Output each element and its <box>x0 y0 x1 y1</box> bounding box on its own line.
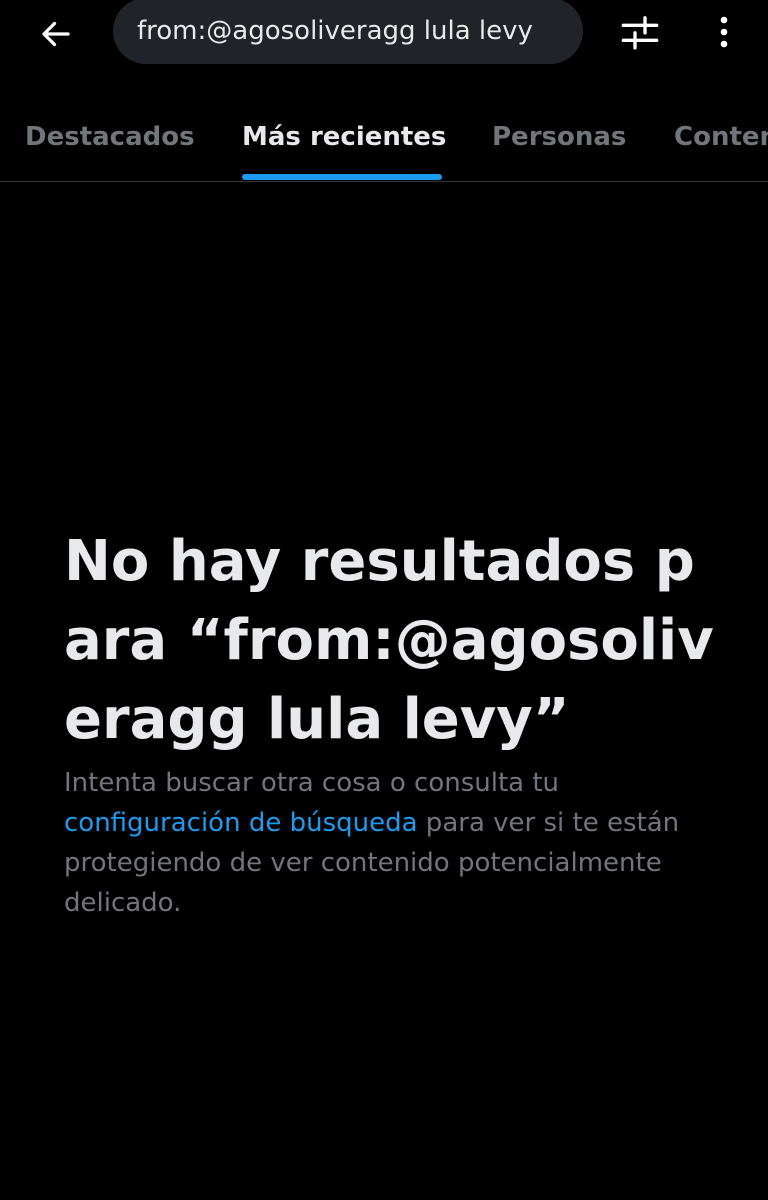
top-bar <box>0 0 768 70</box>
tab-destacados[interactable]: Destacados <box>25 92 195 181</box>
sliders-icon <box>621 16 659 50</box>
empty-state-text-before: Intenta buscar otra cosa o consulta tu <box>64 768 560 798</box>
back-button[interactable] <box>28 6 84 62</box>
search-settings-link[interactable]: configuración de búsqueda <box>64 808 418 838</box>
search-input[interactable] <box>137 16 577 46</box>
more-options-button[interactable] <box>696 4 752 60</box>
more-vertical-icon <box>720 16 728 48</box>
search-field[interactable] <box>113 0 583 64</box>
empty-state-message: Intenta buscar otra cosa o consulta tu c… <box>64 763 714 923</box>
active-tab-indicator <box>242 174 442 180</box>
empty-state: No hay resultados para “from:@agosoliver… <box>64 522 714 923</box>
arrow-left-icon <box>42 21 70 47</box>
search-tabs: Destacados Más recientes Personas Conten… <box>0 92 768 182</box>
search-filters-button[interactable] <box>612 4 668 60</box>
tab-mas-recientes[interactable]: Más recientes <box>242 92 446 181</box>
tab-personas[interactable]: Personas <box>492 92 626 181</box>
tab-contenido-multimedia[interactable]: Contenido multimedia <box>674 92 768 181</box>
empty-state-title: No hay resultados para “from:@agosoliver… <box>64 529 714 752</box>
